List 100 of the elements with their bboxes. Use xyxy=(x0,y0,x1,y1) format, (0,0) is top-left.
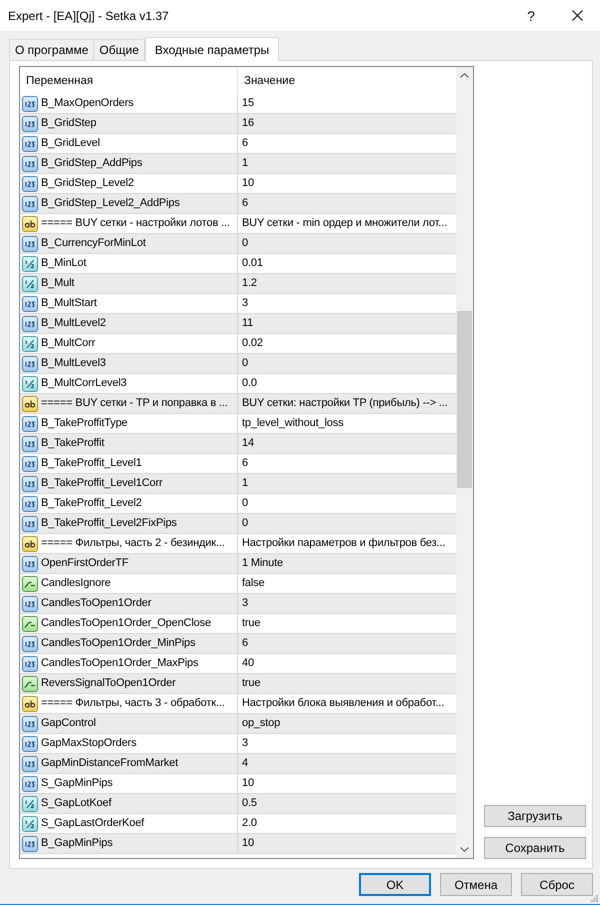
parameter-value-cell-text: 4 xyxy=(241,756,249,771)
parameter-row[interactable]: GapControl op_stop xyxy=(20,714,456,734)
parameter-name-cell-text: B_MultLevel2 xyxy=(41,316,106,331)
parameter-row[interactable]: ===== Фильтры, часть 3 - обработк... Настройки блока выявления и обработ... xyxy=(20,694,456,714)
parameter-name-cell-text: B_GridLevel xyxy=(41,136,100,151)
parameter-row[interactable]: B_GapMinPips 10 xyxy=(20,834,456,854)
tab[interactable]: Входные параметры xyxy=(144,37,280,61)
parameter-row[interactable]: B_MinLot 0.01 xyxy=(20,254,456,274)
parameter-value-cell-text: true xyxy=(241,676,262,691)
chevron-up-icon[interactable] xyxy=(460,73,469,78)
parameter-row[interactable]: B_GridStep_AddPips 1 xyxy=(20,154,456,174)
parameter-name-cell-text: B_CurrencyForMinLot xyxy=(41,236,146,251)
parameter-name-cell-text: B_TakeProffit_Level2 xyxy=(41,496,142,511)
parameter-row[interactable]: ReversSignalToOpen1Order true xyxy=(20,674,456,694)
parameter-value-cell-text: 2.0 xyxy=(241,816,258,831)
parameter-row[interactable]: B_MultCorr 0.02 xyxy=(20,334,456,354)
parameter-row[interactable]: S_GapLotKoef 0.5 xyxy=(20,794,456,814)
parameter-row[interactable]: B_TakeProffitType tp_level_without_loss xyxy=(20,414,456,434)
parameter-row[interactable]: B_MultStart 3 xyxy=(20,294,456,314)
parameter-row[interactable]: ===== BUY сетки - настройки лотов ... BUY сетки - min ордер и множители лот... xyxy=(20,214,456,234)
parameter-value-cell-text: true xyxy=(241,616,262,631)
parameter-row[interactable]: B_TakeProffit 14 xyxy=(20,434,456,454)
parameter-row[interactable]: S_GapMinPips 10 xyxy=(20,774,456,794)
parameter-value-cell-text: 10 xyxy=(241,176,255,191)
number-tile-icon xyxy=(22,656,38,672)
parameter-value-cell-text: tp_level_without_loss xyxy=(241,416,344,431)
parameter-row[interactable]: CandlesToOpen1Order_OpenClose true xyxy=(20,614,456,634)
parameter-value-cell-text: 3 xyxy=(241,296,249,311)
resize-grip-icon[interactable] xyxy=(591,895,598,902)
parameter-value-cell-text: 40 xyxy=(241,656,255,671)
help-button[interactable]: ? xyxy=(508,0,554,31)
parameter-row[interactable]: GapMinDistanceFromMarket 4 xyxy=(20,754,456,774)
parameter-row[interactable]: OpenFirstOrderTF 1 Minute xyxy=(20,554,456,574)
parameter-name-cell-text: B_MaxOpenOrders xyxy=(41,96,134,111)
number-tile-icon xyxy=(22,596,38,612)
parameter-row[interactable]: ===== Фильтры, часть 2 - безиндик... Настройки параметров и фильтров без... xyxy=(20,534,456,554)
parameter-row[interactable]: CandlesToOpen1Order 3 xyxy=(20,594,456,614)
parameter-name-cell-text: ===== Фильтры, часть 3 - обработк... xyxy=(41,696,225,711)
dialog-button[interactable]: OK xyxy=(359,873,431,896)
number-tile-icon xyxy=(22,476,38,492)
parameter-row[interactable]: B_MaxOpenOrders 15 xyxy=(20,94,456,114)
column-header[interactable]: Значение xyxy=(238,67,456,94)
parameter-name-cell-text: GapMinDistanceFromMarket xyxy=(41,756,178,771)
parameter-row[interactable]: B_GridStep_Level2_AddPips 6 xyxy=(20,194,456,214)
side-button[interactable]: Сохранить xyxy=(484,837,586,859)
parameter-name-cell-text: B_Mult xyxy=(41,276,74,291)
parameter-row[interactable]: B_GridLevel 6 xyxy=(20,134,456,154)
number-tile-icon xyxy=(22,556,38,572)
number-tile-icon xyxy=(22,776,38,792)
scrollbar[interactable] xyxy=(456,67,473,858)
text-tile-icon xyxy=(22,536,38,552)
number-tile-icon xyxy=(22,516,38,532)
dialog-button[interactable]: Отмена xyxy=(440,873,512,896)
parameter-row[interactable]: CandlesToOpen1Order_MaxPips 40 xyxy=(20,654,456,674)
parameter-value-cell-text: 10 xyxy=(241,836,255,851)
parameter-name-cell-text: OpenFirstOrderTF xyxy=(41,556,128,571)
parameter-name-cell-text: ===== BUY сетки - TP и поправка в ... xyxy=(41,396,228,411)
tab[interactable]: Общие xyxy=(94,39,145,60)
parameter-row[interactable]: B_TakeProffit_Level1Corr 1 xyxy=(20,474,456,494)
parameter-name-cell-text: ===== Фильтры, часть 2 - безиндик... xyxy=(41,536,225,551)
fraction-tile-icon xyxy=(22,276,38,292)
parameter-row[interactable]: B_Mult 1.2 xyxy=(20,274,456,294)
number-tile-icon xyxy=(22,356,38,372)
parameter-value-cell-text: 0.5 xyxy=(241,796,258,811)
chevron-down-icon[interactable] xyxy=(460,847,469,852)
parameter-row[interactable]: B_MultCorrLevel3 0.0 xyxy=(20,374,456,394)
chart-tile-icon xyxy=(22,616,38,632)
parameter-value-cell-text: 1 xyxy=(241,476,249,491)
number-tile-icon xyxy=(22,416,38,432)
parameter-row[interactable]: CandlesToOpen1Order_MinPips 6 xyxy=(20,634,456,654)
dialog-button[interactable]: Сброс xyxy=(521,873,593,896)
parameter-name-cell-text: B_GapMinPips xyxy=(41,836,113,851)
parameter-row[interactable]: B_TakeProffit_Level2 0 xyxy=(20,494,456,514)
number-tile-icon xyxy=(22,136,38,152)
number-tile-icon xyxy=(22,116,38,132)
parameter-row[interactable]: B_MultLevel3 0 xyxy=(20,354,456,374)
parameter-name-cell-text: B_MultCorr xyxy=(41,336,96,351)
parameter-row[interactable]: B_TakeProffit_Level2FixPips 0 xyxy=(20,514,456,534)
parameter-name-cell-text: S_GapMinPips xyxy=(41,776,113,791)
parameter-row[interactable]: B_GridStep 16 xyxy=(20,114,456,134)
text-tile-icon xyxy=(22,696,38,712)
window-title: Expert - [EA][Qj] - Setka v1.37 xyxy=(8,8,170,22)
parameter-name-cell-text: B_MultStart xyxy=(41,296,97,311)
parameter-row[interactable]: ===== BUY сетки - TP и поправка в ... BUY сетки: настройки TP (прибыль) --> ... xyxy=(20,394,456,414)
parameter-name-cell-text: B_TakeProffit_Level1 xyxy=(41,456,142,471)
number-tile-icon xyxy=(22,736,38,752)
parameter-row[interactable]: B_TakeProffit_Level1 6 xyxy=(20,454,456,474)
parameter-value-cell-text: 14 xyxy=(241,436,255,451)
number-tile-icon xyxy=(22,156,38,172)
parameter-row[interactable]: CandlesIgnore false xyxy=(20,574,456,594)
parameter-row[interactable]: GapMaxStopOrders 3 xyxy=(20,734,456,754)
parameter-row[interactable]: B_MultLevel2 11 xyxy=(20,314,456,334)
side-button[interactable]: Загрузить xyxy=(484,805,586,827)
parameter-row[interactable]: B_GridStep_Level2 10 xyxy=(20,174,456,194)
parameter-value-cell-text: 6 xyxy=(241,196,249,211)
parameter-value-cell-text: 10 xyxy=(241,776,255,791)
parameter-row[interactable]: S_GapLastOrderKoef 2.0 xyxy=(20,814,456,834)
scrollbar-thumb[interactable] xyxy=(457,311,472,488)
tab[interactable]: О программе xyxy=(9,39,94,60)
parameter-row[interactable]: B_CurrencyForMinLot 0 xyxy=(20,234,456,254)
